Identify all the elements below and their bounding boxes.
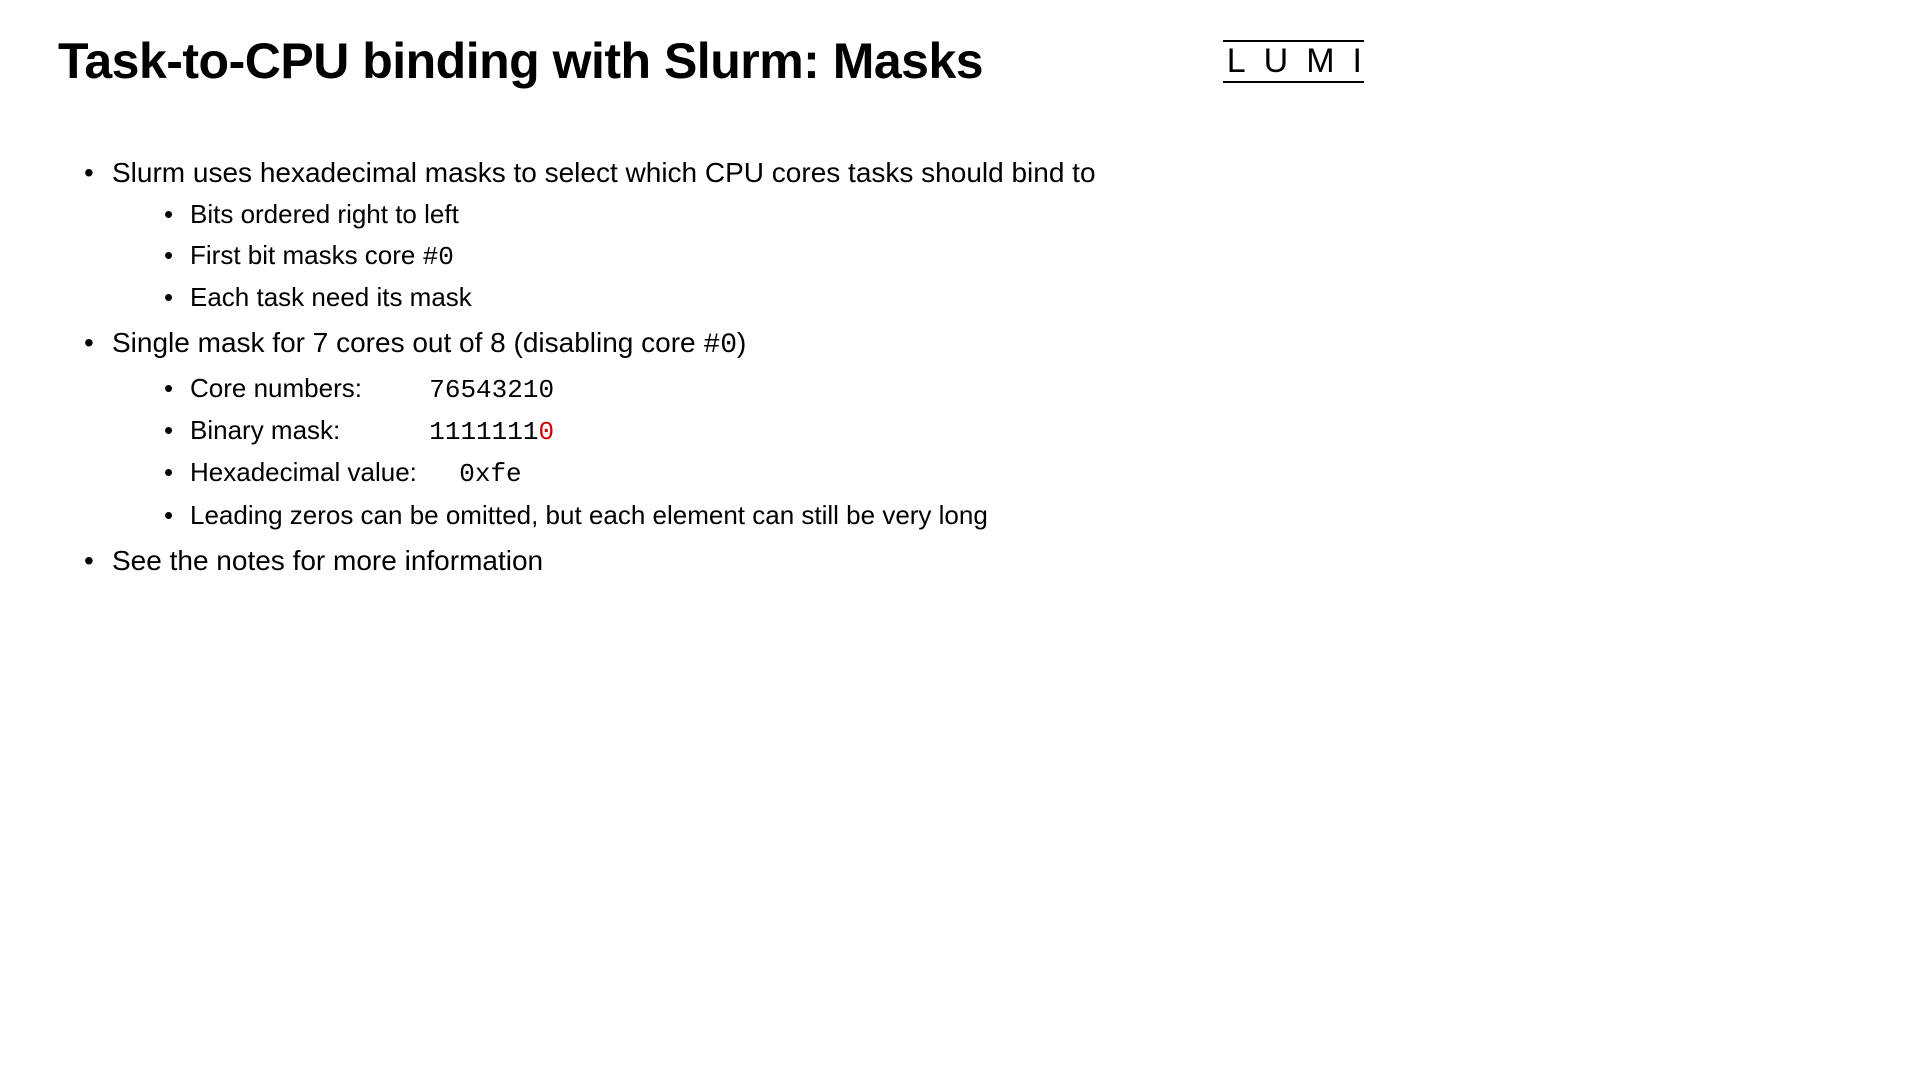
sub-bullet-each-task-mask: Each task need its mask [164,277,1382,317]
bullet-text-pre: Single mask for 7 cores out of 8 (disabl… [112,327,703,358]
sub-bullet-binary-mask: Binary mask: 11111110 [164,410,1382,452]
label-hex-value: Hexadecimal value: [190,452,452,492]
sub-bullet-list: Core numbers: 76543210 Binary mask: 1111… [112,368,1382,535]
value-core-numbers: 76543210 [429,375,554,405]
logo-lumi: LUMI [1223,40,1380,83]
label-core-numbers: Core numbers: [190,368,422,408]
sub-bullet-text: Bits ordered right to left [190,199,459,229]
bullet-hex-masks-intro: Slurm uses hexadecimal masks to select w… [84,151,1382,317]
sub-bullet-core-numbers: Core numbers: 76543210 [164,368,1382,410]
binary-mask-ones: 1111111 [429,417,538,447]
sub-bullet-first-bit: First bit masks core #0 [164,235,1382,277]
bullet-text-post: ) [737,327,746,358]
label-binary-mask: Binary mask: [190,410,422,450]
value-binary-mask: 11111110 [429,417,554,447]
page-title: Task-to-CPU binding with Slurm: Masks [58,34,983,89]
sub-bullet-leading-zeros: Leading zeros can be omitted, but each e… [164,495,1382,535]
header: Task-to-CPU binding with Slurm: Masks LU… [58,34,1382,89]
core-zero-code: #0 [423,242,454,272]
core-zero-code: #0 [703,330,737,361]
sub-bullet-text: Each task need its mask [190,282,472,312]
sub-bullet-text: Leading zeros can be omitted, but each e… [190,500,988,530]
value-hex: 0xfe [459,459,521,489]
bullet-text: See the notes for more information [112,545,543,576]
slide-body: Slurm uses hexadecimal masks to select w… [58,151,1382,582]
sub-bullet-bits-order: Bits ordered right to left [164,194,1382,234]
bullet-text: Slurm uses hexadecimal masks to select w… [112,157,1096,188]
bullet-list: Slurm uses hexadecimal masks to select w… [58,151,1382,582]
sub-bullet-hex-value: Hexadecimal value: 0xfe [164,452,1382,494]
bullet-see-notes: See the notes for more information [84,539,1382,582]
binary-mask-zero-red: 0 [538,417,554,447]
sub-bullet-text: First bit masks core [190,240,423,270]
slide: Task-to-CPU binding with Slurm: Masks LU… [0,0,1440,810]
sub-bullet-list: Bits ordered right to left First bit mas… [112,194,1382,317]
bullet-single-mask-example: Single mask for 7 cores out of 8 (disabl… [84,321,1382,535]
